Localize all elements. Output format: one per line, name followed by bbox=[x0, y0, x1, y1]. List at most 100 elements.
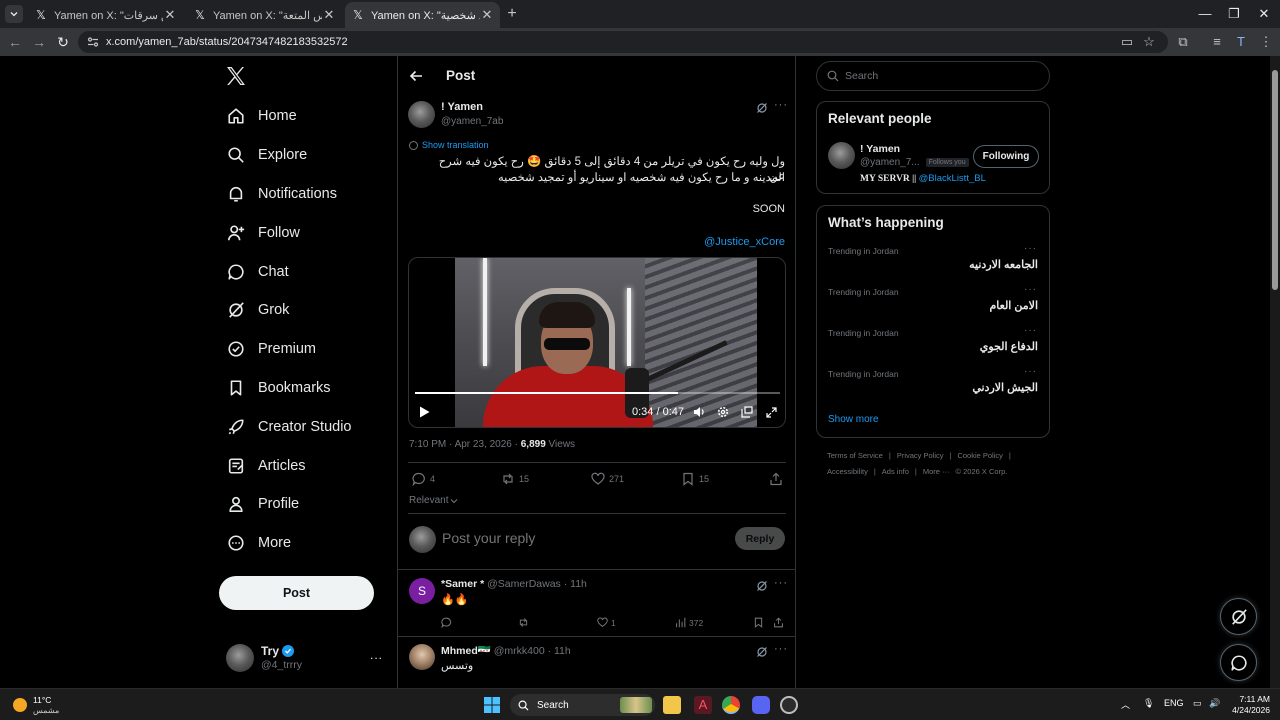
repost-action[interactable] bbox=[518, 617, 532, 628]
x-logo-icon[interactable] bbox=[224, 64, 248, 88]
reply-item[interactable]: Mhmed🇸🇾 @mrkk400 · 11h ··· وتسس bbox=[398, 636, 795, 688]
chrome-icon[interactable] bbox=[722, 696, 740, 714]
back-arrow-icon[interactable] bbox=[408, 68, 424, 84]
tweet-author-handle[interactable]: @yamen_7ab bbox=[441, 116, 503, 127]
search-input[interactable] bbox=[845, 70, 1035, 82]
browser-menu-icon[interactable]: ⋮ bbox=[1258, 34, 1274, 50]
taskbar-clock[interactable]: 7:11 AM 4/24/2026 bbox=[1226, 694, 1270, 716]
account-more-icon[interactable]: ... bbox=[370, 648, 383, 662]
trend-item[interactable]: Trending in Jordan ··· الدفاع الجوي bbox=[817, 325, 1049, 368]
nav-notifications[interactable]: Notifications bbox=[226, 182, 337, 206]
tweet-author-name[interactable]: ! Yamen bbox=[441, 101, 483, 113]
following-button[interactable]: Following bbox=[973, 145, 1039, 168]
reply-action[interactable]: 4 bbox=[412, 472, 435, 486]
nav-creator-studio[interactable]: Creator Studio bbox=[226, 415, 352, 439]
footer-link[interactable]: More ··· bbox=[923, 467, 950, 476]
more-options-icon[interactable]: ··· bbox=[1024, 284, 1037, 295]
reply-author-handle[interactable]: @mrkk400 · 11h bbox=[491, 645, 571, 657]
picture-in-picture-icon[interactable] bbox=[740, 405, 754, 419]
person-name[interactable]: ! Yamen bbox=[860, 143, 900, 155]
avatar[interactable] bbox=[409, 644, 435, 670]
nav-home[interactable]: Home bbox=[226, 104, 297, 128]
close-tab-icon[interactable]: ✕ bbox=[163, 7, 177, 23]
nav-chat[interactable]: Chat bbox=[226, 260, 289, 284]
search-box[interactable] bbox=[816, 61, 1050, 91]
translate-extension-icon[interactable]: T bbox=[1233, 34, 1249, 50]
trend-item[interactable]: Trending in Jordan ··· الجيش الاردني bbox=[817, 366, 1049, 409]
chat-fab-button[interactable] bbox=[1220, 644, 1257, 681]
file-explorer-icon[interactable] bbox=[663, 696, 681, 714]
reading-list-icon[interactable]: ≡ bbox=[1209, 34, 1225, 50]
reload-icon[interactable]: ↻ bbox=[55, 34, 71, 50]
input-language[interactable]: ENG bbox=[1164, 698, 1184, 708]
trend-item[interactable]: Trending in Jordan ··· الجامعه الاردنيه bbox=[817, 243, 1049, 286]
bio-mention-link[interactable]: @BlackListt_BL bbox=[919, 173, 986, 184]
weather-condition[interactable]: مشمس bbox=[33, 706, 59, 715]
like-action[interactable]: 271 bbox=[591, 472, 624, 486]
tab-search-button[interactable] bbox=[5, 5, 23, 23]
more-options-icon[interactable]: ··· bbox=[1024, 366, 1037, 377]
scrollbar-thumb[interactable] bbox=[1272, 70, 1278, 290]
trend-item[interactable]: Trending in Jordan ··· الامن العام bbox=[817, 284, 1049, 327]
more-options-icon[interactable]: ··· bbox=[1024, 325, 1037, 336]
windows-start-icon[interactable] bbox=[483, 696, 501, 714]
reply-input[interactable] bbox=[442, 530, 722, 546]
reply-button[interactable]: Reply bbox=[735, 527, 785, 550]
nav-bookmarks[interactable]: Bookmarks bbox=[226, 376, 331, 400]
new-tab-icon[interactable]: + bbox=[504, 6, 520, 22]
browser-tab[interactable]: 𝕏 Yamen on X: "يعني ونس المتعة" / X ! ✕ bbox=[187, 2, 342, 28]
show-more-link[interactable]: Show more bbox=[828, 414, 879, 425]
nav-profile[interactable]: Profile bbox=[226, 492, 299, 516]
more-options-icon[interactable]: ··· bbox=[774, 643, 788, 655]
address-bar[interactable]: x.com/yamen_7ab/status/20473474821835325… bbox=[78, 31, 1168, 53]
video-player[interactable]: 0:34 / 0:47 bbox=[408, 257, 786, 428]
person-handle[interactable]: @yamen_7... bbox=[860, 157, 920, 168]
views-action[interactable]: 372 bbox=[675, 617, 703, 628]
footer-link[interactable]: Privacy Policy bbox=[897, 451, 944, 460]
forward-icon[interactable]: → bbox=[31, 34, 47, 50]
volume-icon[interactable] bbox=[692, 405, 706, 419]
post-button[interactable]: Post bbox=[219, 576, 374, 610]
grok-icon[interactable] bbox=[756, 646, 768, 658]
nav-articles[interactable]: Articles bbox=[226, 454, 306, 478]
nav-grok[interactable]: Grok bbox=[226, 298, 289, 322]
reply-action[interactable] bbox=[441, 617, 455, 628]
close-tab-icon[interactable]: ✕ bbox=[480, 7, 494, 23]
volume-icon[interactable]: 🔊 bbox=[1209, 698, 1220, 709]
footer-link[interactable]: Accessibility bbox=[827, 467, 868, 476]
tweet-timestamp[interactable]: 7:10 PM · Apr 23, 2026 · bbox=[409, 439, 521, 450]
share-action[interactable] bbox=[773, 617, 787, 628]
window-close-icon[interactable]: ✕ bbox=[1256, 6, 1272, 22]
footer-link[interactable]: Cookie Policy bbox=[957, 451, 1002, 460]
nav-premium[interactable]: Premium bbox=[226, 337, 316, 361]
discord-icon[interactable] bbox=[752, 696, 770, 714]
extensions-icon[interactable]: ⧉ bbox=[1175, 34, 1191, 50]
footer-link[interactable]: Ads info bbox=[882, 467, 909, 476]
search-highlight-icon[interactable] bbox=[620, 697, 652, 713]
show-translation-link[interactable]: Show translation bbox=[409, 140, 489, 150]
network-icon[interactable]: ▭ bbox=[1193, 698, 1202, 709]
nav-explore[interactable]: Explore bbox=[226, 143, 307, 167]
tweet-mention-link[interactable]: @Justice_xCore bbox=[704, 236, 785, 248]
browser-tab[interactable]: 𝕏 Yamen on X: "رح ترهق سرقات" / X ! ✕ bbox=[28, 2, 183, 28]
microphone-icon[interactable]: 🎙 bbox=[1143, 698, 1154, 709]
reply-item[interactable]: S *Samer * @SamerDawas · 11h ··· 🔥🔥 1 37… bbox=[398, 570, 795, 636]
more-options-icon[interactable]: ··· bbox=[774, 577, 788, 589]
restore-icon[interactable]: ❐ bbox=[1226, 6, 1242, 22]
settings-app-icon[interactable] bbox=[780, 696, 798, 714]
weather-temperature[interactable]: 11°C bbox=[33, 695, 51, 705]
more-options-icon[interactable]: ··· bbox=[774, 99, 788, 111]
share-action[interactable] bbox=[769, 472, 787, 486]
tweet-author-avatar[interactable] bbox=[408, 101, 435, 128]
minimize-icon[interactable]: — bbox=[1197, 6, 1213, 22]
show-hidden-icons[interactable]: ︿ bbox=[1121, 698, 1130, 711]
play-icon[interactable] bbox=[417, 405, 431, 419]
grok-fab-button[interactable] bbox=[1220, 598, 1257, 635]
reply-sort-dropdown[interactable]: Relevant bbox=[409, 495, 458, 506]
video-progress-bar[interactable] bbox=[415, 392, 780, 394]
footer-link[interactable]: Terms of Service bbox=[827, 451, 883, 460]
bookmark-action[interactable]: 15 bbox=[681, 472, 709, 486]
bookmark-action[interactable] bbox=[753, 617, 767, 628]
avatar[interactable] bbox=[828, 142, 855, 169]
like-action[interactable]: 1 bbox=[597, 617, 616, 628]
